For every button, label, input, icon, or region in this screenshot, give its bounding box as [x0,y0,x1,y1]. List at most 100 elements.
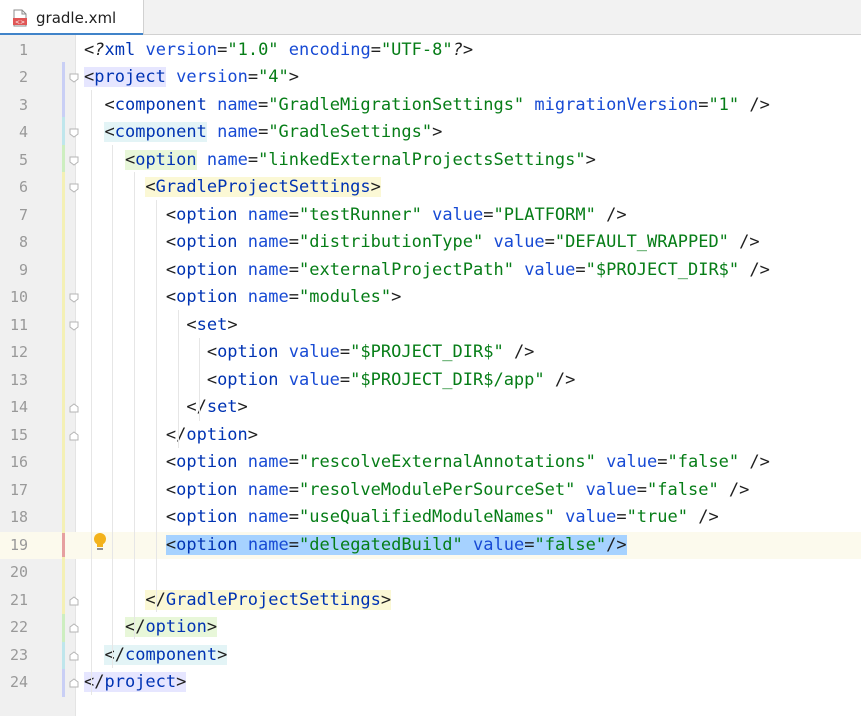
fold-marker-icon[interactable] [69,321,79,331]
line-number: 24 [9,673,28,691]
code-token: version [176,67,248,87]
code-line[interactable]: 15 </option> [0,422,861,450]
code-token: < [145,177,156,197]
line-number: 6 [18,178,28,196]
code-line[interactable]: 4 <component name="GradleSettings"> [0,119,861,147]
code-text: </option> [84,614,218,642]
fold-marker-icon[interactable] [69,183,79,193]
code-token: = [288,534,300,555]
code-token: < [165,534,177,555]
code-line[interactable]: 5 <option name="linkedExternalProjectsSe… [0,147,861,175]
code-token: value [524,259,576,280]
code-line[interactable]: 20 [0,559,861,587]
code-line[interactable]: 3 <component name="GradleMigrationSettin… [0,92,861,120]
code-token: project [104,672,177,692]
line-number: 8 [18,233,28,251]
code-token: /> [739,452,770,472]
fold-marker-icon[interactable] [69,678,79,688]
code-text: <component name="GradleMigrationSettings… [84,92,769,120]
fold-marker-icon[interactable] [69,650,79,661]
line-number: 22 [9,618,28,636]
code-line[interactable]: 1 <?xml version="1.0" encoding="UTF-8"?> [0,37,861,65]
line-number: 13 [9,370,28,389]
code-token: /> [503,342,535,362]
code-text: </GradleProjectSettings> [84,587,392,615]
code-token: > [206,617,218,637]
code-token: = [288,507,299,527]
code-token: < [84,479,177,500]
code-line[interactable]: 10 <option name="modules"> [0,284,861,312]
line-number: 3 [18,95,28,114]
code-token: option [176,479,238,500]
code-token: > [288,67,300,87]
code-token: = [698,94,709,115]
code-line[interactable]: 18 <option name="useQualifiedModuleNames… [0,504,861,532]
code-token: = [483,204,494,225]
code-line[interactable]: 8 <option name="distributionType" value=… [0,229,861,257]
code-token: value [473,534,525,555]
code-line[interactable]: 9 <option name="externalProjectPath" val… [0,257,861,285]
code-line[interactable]: 21 </GradleProjectSettings> [0,587,861,615]
code-token: < [84,259,177,280]
code-line[interactable]: 14 </set> [0,394,861,422]
fold-marker-icon[interactable] [69,293,79,303]
code-line[interactable]: 19 <option name="delegatedBuild" value="… [0,531,861,560]
fold-marker-icon[interactable] [69,403,79,413]
code-token: GradleProjectSettings [155,177,371,197]
code-line[interactable]: 16 <option name="rescolveExternalAnnotat… [0,449,861,477]
xml-file-icon: <> [13,9,27,26]
code-line[interactable]: 13 <option value="$PROJECT_DIR$/app" /> [0,367,861,395]
code-token: < [84,314,197,335]
line-number: 11 [9,315,28,334]
code-line[interactable]: 6 <GradleProjectSettings> [0,174,861,202]
code-token: project [94,67,166,87]
code-line[interactable]: 17 <option name="resolveModulePerSourceS… [0,477,861,505]
code-token: = [258,94,269,115]
code-line[interactable]: 22 </option> [0,614,861,642]
code-token: = [288,287,299,307]
code-line[interactable]: 7 <option name="testRunner" value="PLATF… [0,202,861,230]
code-token: encoding [288,39,371,60]
code-token: < [84,507,177,527]
code-token: "distributionType" [299,232,484,252]
fold-marker-icon[interactable] [69,73,79,83]
code-token: < [84,369,218,390]
indent-guide [91,90,92,695]
fold-marker-icon[interactable] [69,128,79,138]
code-token: < [84,204,177,225]
code-token: </ [84,672,105,692]
line-number: 10 [9,288,28,306]
code-line[interactable]: 2 <project version="4"> [0,64,861,92]
fold-marker-icon[interactable] [69,595,79,606]
tab-gradle-xml[interactable]: <> gradle.xml [0,0,144,36]
code-token: value [493,232,545,252]
vcs-change-marker[interactable] [62,533,65,557]
code-token: set [196,314,228,335]
lightbulb-icon[interactable] [92,532,108,552]
code-line[interactable]: 23 </component> [0,642,861,670]
line-number: 23 [9,645,28,664]
editor-tab-bar: <> gradle.xml [0,0,861,36]
code-line[interactable]: 12 <option value="$PROJECT_DIR$" /> [0,339,861,367]
fold-marker-icon[interactable] [69,623,79,633]
code-token: value [288,369,340,390]
code-token: = [657,452,668,472]
code-line[interactable]: 24 </project> [0,669,861,697]
code-token: "DEFAULT_WRAPPED" [554,232,729,252]
fold-marker-icon[interactable] [69,156,79,166]
code-token: name [247,204,289,225]
code-line[interactable]: 11 <set> [0,312,861,340]
line-number: 20 [9,563,28,581]
code-token: value [606,452,658,472]
code-text: <option name="delegatedBuild" value="fal… [84,532,627,560]
fold-marker-icon[interactable] [69,430,79,441]
